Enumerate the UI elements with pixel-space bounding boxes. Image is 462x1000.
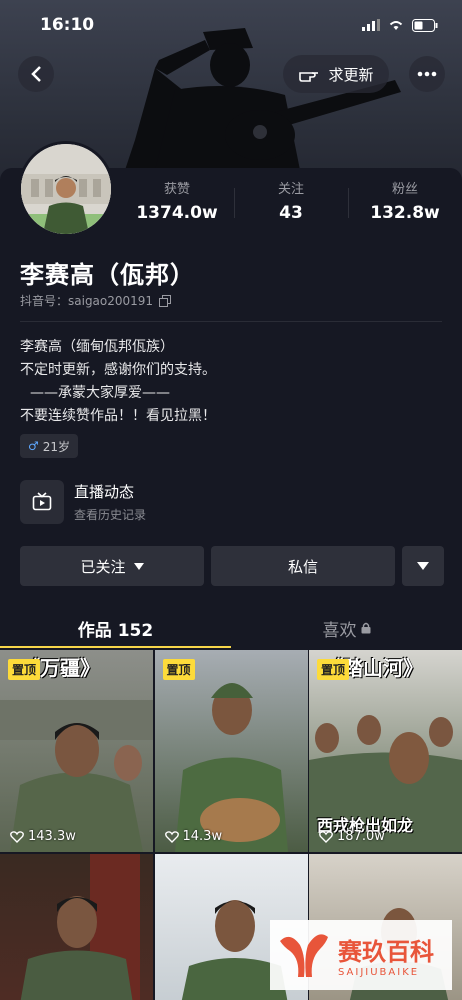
stat-value: 132.8w <box>370 203 440 223</box>
live-title: 直播动态 <box>74 483 135 501</box>
wifi-icon <box>389 21 403 30</box>
avatar[interactable] <box>18 141 114 237</box>
caret-down-icon <box>133 562 144 570</box>
bio-line: 不定时更新，感谢你们的支持。 <box>20 362 216 378</box>
video-likes-count: 143.3w <box>28 829 76 844</box>
bio-line: ——承蒙大家厚爱—— <box>30 385 170 401</box>
gender-age-badge: ♂ 21岁 <box>20 434 79 458</box>
stat-followers[interactable]: 粉丝 132.8w <box>348 178 462 228</box>
video-thumbnail[interactable]: 《踏山河》 西戎枪出如龙 置顶 187.0w <box>309 650 462 852</box>
status-time: 16:10 <box>40 15 95 35</box>
tv-icon <box>32 492 52 511</box>
message-label: 私信 <box>287 557 318 576</box>
content-tabs: 作品 152 喜欢 <box>0 608 462 648</box>
pointing-hand-icon <box>299 72 319 82</box>
video-likes: 143.3w <box>10 829 76 844</box>
more-actions-dropdown[interactable] <box>402 546 444 586</box>
live-subtitle: 查看历史记录 <box>74 508 147 522</box>
message-button[interactable]: 私信 <box>211 546 395 586</box>
signal-icon <box>362 19 380 31</box>
douyin-id: 抖音号：saigao200191 <box>20 292 172 309</box>
age-label: 21岁 <box>42 439 71 454</box>
divider <box>20 321 442 322</box>
status-bar: 16:10 <box>0 0 462 50</box>
watermark-logo: 赛玖百科 SAIJIUBAIKE <box>270 920 452 990</box>
video-thumbnail[interactable]: 置顶 14.3w <box>154 650 308 852</box>
heart-icon <box>319 830 333 843</box>
back-arrow-icon <box>31 66 41 82</box>
stat-following[interactable]: 关注 43 <box>234 178 348 228</box>
bio: 李赛高（缅甸佤邦佤族） 不定时更新，感谢你们的支持。 ——承蒙大家厚爱—— 不要… <box>20 336 216 428</box>
status-icons <box>362 18 438 32</box>
male-icon: ♂ <box>28 439 39 453</box>
pinned-badge: 置顶 <box>162 659 195 680</box>
video-thumbnail-image <box>20 853 140 1000</box>
stat-value: 1374.0w <box>136 203 218 223</box>
profile-name: 李赛高（佤邦） <box>20 261 195 289</box>
douyin-id-text: 抖音号：saigao200191 <box>20 294 154 308</box>
avatar-image <box>21 144 111 234</box>
live-history-entry[interactable]: 直播动态 查看历史记录 <box>20 478 146 526</box>
tab-works[interactable]: 作品 152 <box>0 608 231 648</box>
request-update-button[interactable]: 求更新 <box>283 55 389 93</box>
stat-label: 获赞 <box>163 182 190 197</box>
watermark-subtitle: SAIJIUBAIKE <box>338 967 420 978</box>
more-button[interactable] <box>409 56 445 92</box>
stat-likes[interactable]: 获赞 1374.0w <box>120 178 234 228</box>
whale-tail-logo-icon <box>280 934 328 977</box>
tab-works-label: 作品 152 <box>77 621 154 641</box>
heart-icon <box>164 830 179 843</box>
video-likes-count: 187.0w <box>337 829 385 844</box>
heart-icon <box>10 830 24 843</box>
lock-icon <box>361 622 370 634</box>
video-thumbnail[interactable]: 《万疆》 置顶 143.3w <box>0 650 153 852</box>
caret-down-icon <box>417 562 429 570</box>
video-likes: 14.3w <box>164 829 223 844</box>
video-thumbnail[interactable] <box>0 853 153 1000</box>
stat-label: 关注 <box>277 182 304 197</box>
stats-row: 获赞 1374.0w 关注 43 粉丝 132.8w <box>120 178 462 228</box>
tab-likes-label: 喜欢 <box>322 620 357 641</box>
copy-icon[interactable] <box>159 294 172 307</box>
tab-likes[interactable]: 喜欢 <box>231 608 462 648</box>
pinned-badge: 置顶 <box>317 659 350 680</box>
bio-line: 李赛高（缅甸佤邦佤族） <box>20 339 174 355</box>
bio-line: 不要连续赞作品！！看见拉黑！ <box>20 408 216 424</box>
pinned-badge: 置顶 <box>8 659 41 680</box>
battery-icon <box>412 18 438 32</box>
following-label: 已关注 <box>80 557 126 576</box>
stat-value: 43 <box>279 203 303 223</box>
video-thumbnail-image <box>174 683 288 852</box>
video-likes-count: 14.3w <box>182 829 223 844</box>
live-icon-box <box>20 480 64 524</box>
more-dots-icon <box>417 71 437 77</box>
stat-label: 粉丝 <box>391 182 418 197</box>
request-update-label: 求更新 <box>328 65 374 84</box>
watermark-title: 赛玖百科 <box>338 938 434 966</box>
back-button[interactable] <box>18 56 54 92</box>
video-likes: 187.0w <box>319 829 385 844</box>
following-button[interactable]: 已关注 <box>20 546 204 586</box>
